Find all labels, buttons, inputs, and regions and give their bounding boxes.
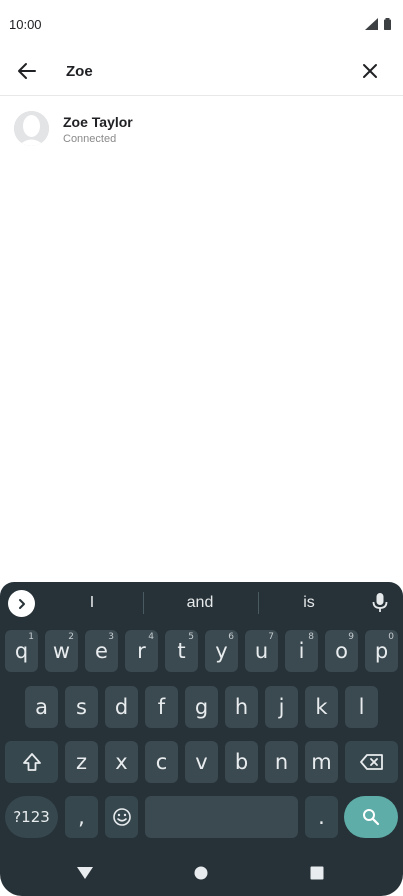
nav-back-icon[interactable] xyxy=(76,866,94,880)
result-status: Connected xyxy=(63,133,117,145)
close-icon xyxy=(363,64,377,78)
signal-icon xyxy=(365,18,378,30)
key-y[interactable]: y6 xyxy=(205,630,238,672)
comma-key[interactable]: , xyxy=(65,796,98,838)
key-q[interactable]: q1 xyxy=(5,630,38,672)
microphone-icon[interactable] xyxy=(371,592,389,614)
keyboard: I and is q1 w2 e3 r4 t5 y6 u7 i8 o9 p0 a… xyxy=(0,582,403,896)
search-icon xyxy=(363,809,380,826)
nav-home-icon[interactable] xyxy=(194,866,208,880)
key-o[interactable]: o9 xyxy=(325,630,358,672)
suggestion-1[interactable]: I xyxy=(42,594,142,612)
key-l[interactable]: l xyxy=(345,686,378,728)
space-key[interactable] xyxy=(145,796,298,838)
backspace-key[interactable] xyxy=(345,741,398,783)
key-b[interactable]: b xyxy=(225,741,258,783)
key-i[interactable]: i8 xyxy=(285,630,318,672)
back-button[interactable] xyxy=(12,56,42,86)
arrow-left-icon xyxy=(18,63,36,79)
key-t[interactable]: t5 xyxy=(165,630,198,672)
period-key[interactable]: . xyxy=(305,796,338,838)
key-x[interactable]: x xyxy=(105,741,138,783)
suggestion-2[interactable]: and xyxy=(150,594,250,612)
shift-key[interactable] xyxy=(5,741,58,783)
key-p[interactable]: p0 xyxy=(365,630,398,672)
battery-icon xyxy=(384,18,391,30)
keyboard-expand-button[interactable] xyxy=(8,590,35,617)
person-placeholder-icon xyxy=(14,111,49,146)
key-k[interactable]: k xyxy=(305,686,338,728)
key-w[interactable]: w2 xyxy=(45,630,78,672)
search-key[interactable] xyxy=(344,796,398,838)
key-g[interactable]: g xyxy=(185,686,218,728)
key-v[interactable]: v xyxy=(185,741,218,783)
key-r[interactable]: r4 xyxy=(125,630,158,672)
status-icons xyxy=(365,18,391,30)
search-input[interactable] xyxy=(66,58,346,84)
navigation-bar xyxy=(0,844,403,896)
shift-icon xyxy=(22,753,41,771)
nav-recents-icon[interactable] xyxy=(310,866,324,880)
suggestion-3[interactable]: is xyxy=(259,594,359,612)
key-m[interactable]: m xyxy=(305,741,338,783)
key-d[interactable]: d xyxy=(105,686,138,728)
key-u[interactable]: u7 xyxy=(245,630,278,672)
key-h[interactable]: h xyxy=(225,686,258,728)
avatar xyxy=(14,111,49,146)
key-a[interactable]: a xyxy=(25,686,58,728)
chevron-right-icon xyxy=(18,598,25,609)
result-name: Zoe Taylor xyxy=(63,114,133,130)
emoji-icon xyxy=(112,808,131,826)
key-z[interactable]: z xyxy=(65,741,98,783)
key-s[interactable]: s xyxy=(65,686,98,728)
result-row[interactable]: Zoe Taylor Connected xyxy=(0,100,403,158)
suggestion-divider xyxy=(143,592,144,614)
key-c[interactable]: c xyxy=(145,741,178,783)
key-n[interactable]: n xyxy=(265,741,298,783)
symbols-key[interactable]: ?123 xyxy=(5,796,58,838)
key-e[interactable]: e3 xyxy=(85,630,118,672)
status-time: 10:00 xyxy=(9,17,42,32)
search-header xyxy=(0,48,403,96)
suggestion-bar: I and is xyxy=(0,582,403,624)
clear-search-button[interactable] xyxy=(355,56,385,86)
emoji-key[interactable] xyxy=(105,796,138,838)
key-f[interactable]: f xyxy=(145,686,178,728)
backspace-icon xyxy=(359,754,383,770)
status-bar: 10:00 xyxy=(0,0,403,48)
key-j[interactable]: j xyxy=(265,686,298,728)
